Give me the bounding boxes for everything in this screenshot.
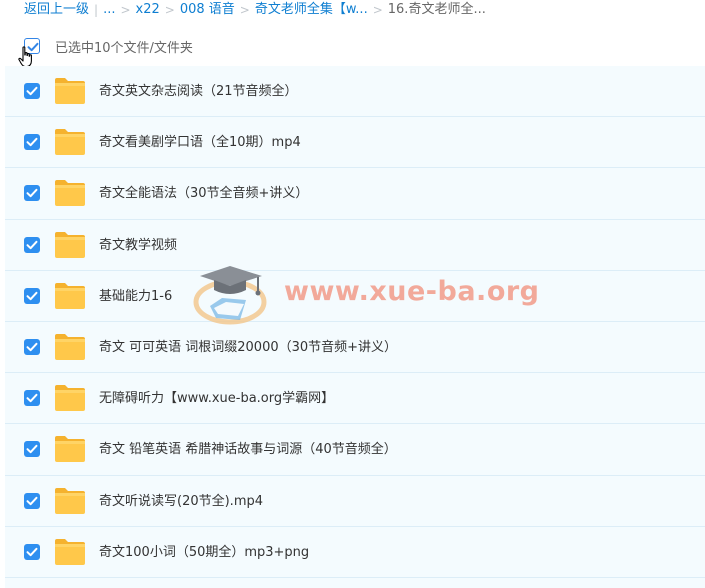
row-checkbox[interactable] <box>24 492 40 509</box>
breadcrumb-item-x22[interactable]: x22 <box>136 0 160 20</box>
chevron-right-icon: > <box>164 3 175 17</box>
folder-icon <box>55 282 85 309</box>
folder-icon <box>55 333 85 360</box>
folder-icon <box>55 436 85 463</box>
checkmark-icon <box>26 496 38 505</box>
breadcrumb-item-collection[interactable]: 奇文老师全集【w... <box>255 0 368 20</box>
file-row[interactable]: 奇文英文杂志阅读（21节音频全） <box>5 66 705 118</box>
breadcrumb-current: 16.奇文老师全... <box>387 2 486 17</box>
hand-cursor-icon <box>18 46 32 68</box>
file-name[interactable]: 奇文 铅笔英语 希腊神话故事与词源（40节音频全） <box>99 424 397 475</box>
back-link[interactable]: 返回上一级 <box>24 0 89 20</box>
chevron-right-icon: > <box>239 3 250 17</box>
folder-icon <box>55 129 85 156</box>
folder-icon <box>55 538 85 565</box>
file-list: 奇文英文杂志阅读（21节音频全） 奇文看美剧学口语（全10期）mp4 奇文全能语… <box>5 66 705 588</box>
folder-icon <box>55 385 85 412</box>
breadcrumb-item-voice[interactable]: 008 语音 <box>180 0 235 20</box>
row-checkbox[interactable] <box>24 390 40 407</box>
checkmark-icon <box>26 86 38 96</box>
file-row[interactable]: 奇文听说读写(20节全).mp4 <box>5 475 705 527</box>
row-checkbox[interactable] <box>24 441 40 458</box>
file-name[interactable]: 奇文全能语法（30节全音频+讲义） <box>99 168 308 219</box>
file-name[interactable]: 奇文100小词（50期全）mp3+png <box>99 527 309 578</box>
checkmark-icon <box>26 189 38 198</box>
folder-icon <box>55 231 85 258</box>
file-name[interactable]: 奇文听说读写(20节全).mp4 <box>99 476 263 527</box>
file-row[interactable]: 奇文 可可英语 词根词缀20000（30节音频+讲义） <box>5 321 705 374</box>
file-name[interactable]: 基础能力1-6 <box>99 271 172 322</box>
file-name[interactable]: 奇文看美剧学口语（全10期）mp4 <box>99 117 301 168</box>
checkmark-icon <box>26 240 38 249</box>
checkmark-icon <box>26 445 38 454</box>
file-row[interactable]: 无障碍听力【www.xue-ba.org学霸网】 <box>5 373 705 425</box>
chevron-right-icon: > <box>120 3 131 17</box>
selection-count-text: 已选中10个文件/文件夹 <box>55 41 193 56</box>
selection-toolbar: 已选中10个文件/文件夹 <box>0 32 705 68</box>
folder-icon <box>55 487 85 514</box>
row-checkbox[interactable] <box>24 338 40 355</box>
chevron-right-icon: > <box>372 3 383 17</box>
folder-icon <box>55 180 85 207</box>
breadcrumb-separator: | <box>94 3 99 17</box>
file-name[interactable]: 奇文英文杂志阅读（21节音频全） <box>99 66 298 117</box>
breadcrumb: 返回上一级 | ... > x22 > 008 语音 > 奇文老师全集【w...… <box>24 0 486 20</box>
row-checkbox[interactable] <box>24 236 40 253</box>
file-name[interactable]: 无障碍听力【www.xue-ba.org学霸网】 <box>99 373 334 424</box>
file-name[interactable]: 奇文 可可英语 词根词缀20000（30节音频+讲义） <box>99 322 397 373</box>
folder-icon <box>55 78 85 104</box>
checkmark-icon <box>26 342 38 352</box>
checkmark-icon <box>26 137 38 147</box>
breadcrumb-ellipsis[interactable]: ... <box>103 0 115 20</box>
file-row[interactable]: 基础能力1-6 <box>5 270 705 322</box>
row-checkbox[interactable] <box>24 83 40 99</box>
checkmark-icon <box>26 393 38 403</box>
file-row[interactable]: 奇文全能语法（30节全音频+讲义） <box>5 168 705 220</box>
file-row[interactable]: 奇文100小词（50期全）mp3+png <box>5 526 705 578</box>
file-name[interactable]: 奇文教学视频 <box>99 220 177 271</box>
row-checkbox[interactable] <box>24 185 40 202</box>
row-checkbox[interactable] <box>24 287 40 304</box>
file-row[interactable]: 奇文看美剧学口语（全10期）mp4 <box>5 117 705 169</box>
file-row[interactable]: 奇文 铅笔英语 希腊神话故事与词源（40节音频全） <box>5 424 705 476</box>
row-checkbox[interactable] <box>24 134 40 151</box>
checkmark-icon <box>26 291 38 300</box>
file-row[interactable]: 奇文教学视频 <box>5 219 705 271</box>
checkmark-icon <box>26 547 38 556</box>
row-checkbox[interactable] <box>24 543 40 560</box>
